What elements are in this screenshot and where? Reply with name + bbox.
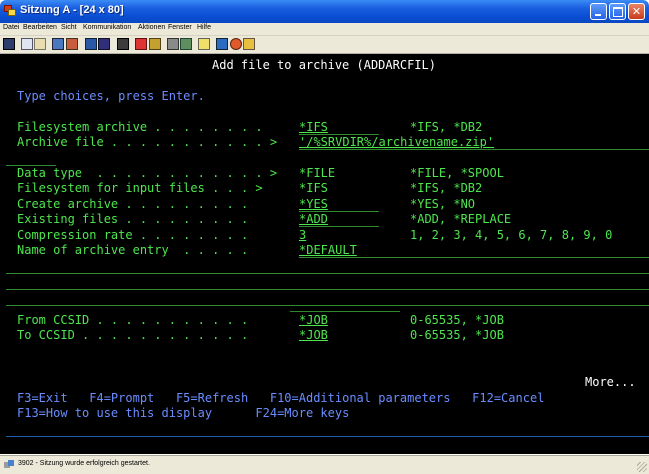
field-hint: *YES, *NO bbox=[410, 197, 476, 211]
field-value-create-archive[interactable]: *YES bbox=[299, 197, 328, 212]
close-icon: ✕ bbox=[631, 5, 642, 18]
status-text: 3902 - Sitzung wurde erfolgreich gestart… bbox=[18, 460, 150, 467]
field-value-filesystem-archive[interactable]: *IFS bbox=[299, 120, 328, 135]
field-value-existing-files[interactable]: *ADD bbox=[299, 212, 328, 227]
help-icon[interactable] bbox=[216, 38, 228, 50]
field-value-archive-entry[interactable]: *DEFAULT bbox=[299, 243, 357, 258]
menu-bar: Datei Bearbeiten Sicht Kommunikation Akt… bbox=[0, 23, 649, 36]
color-icon[interactable] bbox=[230, 38, 242, 50]
display-icon[interactable] bbox=[85, 38, 97, 50]
app-icon bbox=[4, 5, 16, 16]
edit-icon[interactable] bbox=[243, 38, 255, 50]
terminal-screen[interactable]: Add file to archive (ADDARCFIL) Type cho… bbox=[0, 54, 649, 454]
field-value-data-type[interactable]: *FILE bbox=[299, 166, 335, 181]
status-bar: 3902 - Sitzung wurde erfolgreich gestart… bbox=[0, 455, 649, 474]
field-hint: 1, 2, 3, 4, 5, 6, 7, 8, 9, 0 bbox=[410, 228, 613, 242]
macro-play-icon[interactable] bbox=[149, 38, 161, 50]
window-title: Sitzung A - [24 x 80] bbox=[20, 4, 124, 16]
disconnect-icon[interactable] bbox=[198, 38, 210, 50]
field-label: Create archive . . . . . . . . . bbox=[17, 197, 249, 211]
copy-icon[interactable] bbox=[21, 38, 33, 50]
more-indicator: More... bbox=[585, 375, 636, 389]
field-value-filesystem-input[interactable]: *IFS bbox=[299, 181, 328, 196]
paste-icon[interactable] bbox=[34, 38, 46, 50]
menu-fenster[interactable]: Fenster bbox=[168, 24, 192, 31]
title-bar[interactable]: Sitzung A - [24 x 80] ✕ bbox=[0, 0, 649, 23]
menu-bearbeiten[interactable]: Bearbeiten bbox=[23, 24, 57, 31]
field-label: Compression rate . . . . . . . . bbox=[17, 228, 249, 242]
field-label: Filesystem archive . . . . . . . . bbox=[17, 120, 263, 134]
session-status-icon bbox=[4, 460, 14, 468]
menu-kommunikation[interactable]: Kommunikation bbox=[83, 24, 131, 31]
function-keys-row1: F3=Exit F4=Prompt F5=Refresh F10=Additio… bbox=[17, 391, 545, 405]
maximize-icon bbox=[613, 7, 623, 17]
function-keys-row2: F13=How to use this display F24=More key… bbox=[17, 406, 350, 420]
print-screen-icon[interactable] bbox=[3, 38, 15, 50]
send-icon[interactable] bbox=[52, 38, 64, 50]
toolbar bbox=[0, 36, 649, 54]
minimize-button[interactable] bbox=[590, 3, 607, 20]
screen-title: Add file to archive (ADDARCFIL) bbox=[212, 58, 436, 72]
resize-grip[interactable] bbox=[637, 462, 647, 472]
receive-icon[interactable] bbox=[66, 38, 78, 50]
field-label: From CCSID . . . . . . . . . . . bbox=[17, 313, 249, 327]
macro-record-icon[interactable] bbox=[135, 38, 147, 50]
field-value-compression-rate[interactable]: 3 bbox=[299, 228, 306, 243]
field-label: Filesystem for input files . . . > bbox=[17, 181, 263, 195]
field-label: Existing files . . . . . . . . . bbox=[17, 212, 249, 226]
field-label: Name of archive entry . . . . . bbox=[17, 243, 249, 257]
field-hint: *FILE, *SPOOL bbox=[410, 166, 504, 180]
maximize-button[interactable] bbox=[609, 3, 626, 20]
menu-sicht[interactable]: Sicht bbox=[61, 24, 77, 31]
field-hint: *ADD, *REPLACE bbox=[410, 212, 512, 226]
field-hint: *IFS, *DB2 bbox=[410, 120, 483, 134]
instruction-text: Type choices, press Enter. bbox=[17, 89, 205, 103]
field-label: Archive file . . . . . . . . . . . > bbox=[17, 135, 278, 149]
field-hint: *IFS, *DB2 bbox=[410, 181, 483, 195]
field-hint: 0-65535, *JOB bbox=[410, 313, 504, 327]
field-value-to-ccsid[interactable]: *JOB bbox=[299, 328, 328, 343]
field-hint: 0-65535, *JOB bbox=[410, 328, 504, 342]
field-value-archive-file[interactable]: '/%SRVDIR%/archivename.zip' bbox=[299, 135, 494, 150]
macro-run-icon[interactable] bbox=[167, 38, 179, 50]
minimize-icon bbox=[595, 14, 601, 16]
menu-aktionen[interactable]: Aktionen bbox=[138, 24, 165, 31]
close-button[interactable]: ✕ bbox=[628, 3, 645, 20]
field-label: To CCSID . . . . . . . . . . . . bbox=[17, 328, 249, 342]
field-value-from-ccsid[interactable]: *JOB bbox=[299, 313, 328, 328]
menu-datei[interactable]: Datei bbox=[3, 24, 19, 31]
keypad-icon[interactable] bbox=[98, 38, 110, 50]
field-label: Data type . . . . . . . . . . . . > bbox=[17, 166, 278, 180]
session-icon[interactable] bbox=[117, 38, 129, 50]
connect-icon[interactable] bbox=[180, 38, 192, 50]
menu-hilfe[interactable]: Hilfe bbox=[197, 24, 211, 31]
